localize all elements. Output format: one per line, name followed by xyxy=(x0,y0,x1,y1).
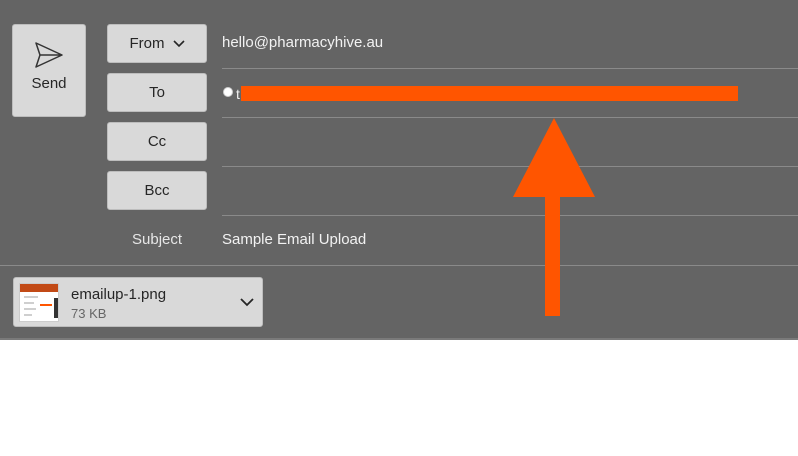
subject-label: Subject xyxy=(132,231,183,248)
message-body[interactable] xyxy=(0,340,798,456)
divider xyxy=(222,215,798,216)
from-button[interactable]: From xyxy=(107,24,207,63)
divider xyxy=(222,166,798,167)
chevron-down-icon[interactable] xyxy=(240,298,254,307)
send-button[interactable]: Send xyxy=(12,24,86,117)
attachment-name: emailup-1.png xyxy=(71,286,167,303)
divider xyxy=(222,117,798,118)
from-field: hello@pharmacyhive.au xyxy=(222,34,384,51)
cc-button[interactable]: Cc xyxy=(107,122,207,161)
attachment-size: 73 KB xyxy=(71,306,107,321)
chevron-down-icon xyxy=(172,39,185,47)
compose-header: Send From hello@pharmacyhive.au To t Cc … xyxy=(0,0,798,340)
attachment-card[interactable]: emailup-1.png 73 KB xyxy=(13,277,263,327)
send-label: Send xyxy=(31,75,67,92)
recipient-status-icon xyxy=(223,87,233,97)
attachment-thumbnail xyxy=(19,283,59,322)
from-label: From xyxy=(129,35,165,52)
to-field[interactable]: t xyxy=(236,86,240,102)
redaction-bar xyxy=(241,86,738,101)
to-label: To xyxy=(149,84,165,101)
annotation-arrow-head xyxy=(513,118,595,197)
subject-field[interactable]: Sample Email Upload xyxy=(222,231,366,248)
bcc-button[interactable]: Bcc xyxy=(107,171,207,210)
divider xyxy=(222,68,798,69)
bcc-label: Bcc xyxy=(144,182,170,199)
annotation-arrow-shaft xyxy=(545,196,560,316)
cc-label: Cc xyxy=(147,133,167,150)
send-icon xyxy=(35,42,63,68)
divider xyxy=(0,265,798,266)
to-button[interactable]: To xyxy=(107,73,207,112)
